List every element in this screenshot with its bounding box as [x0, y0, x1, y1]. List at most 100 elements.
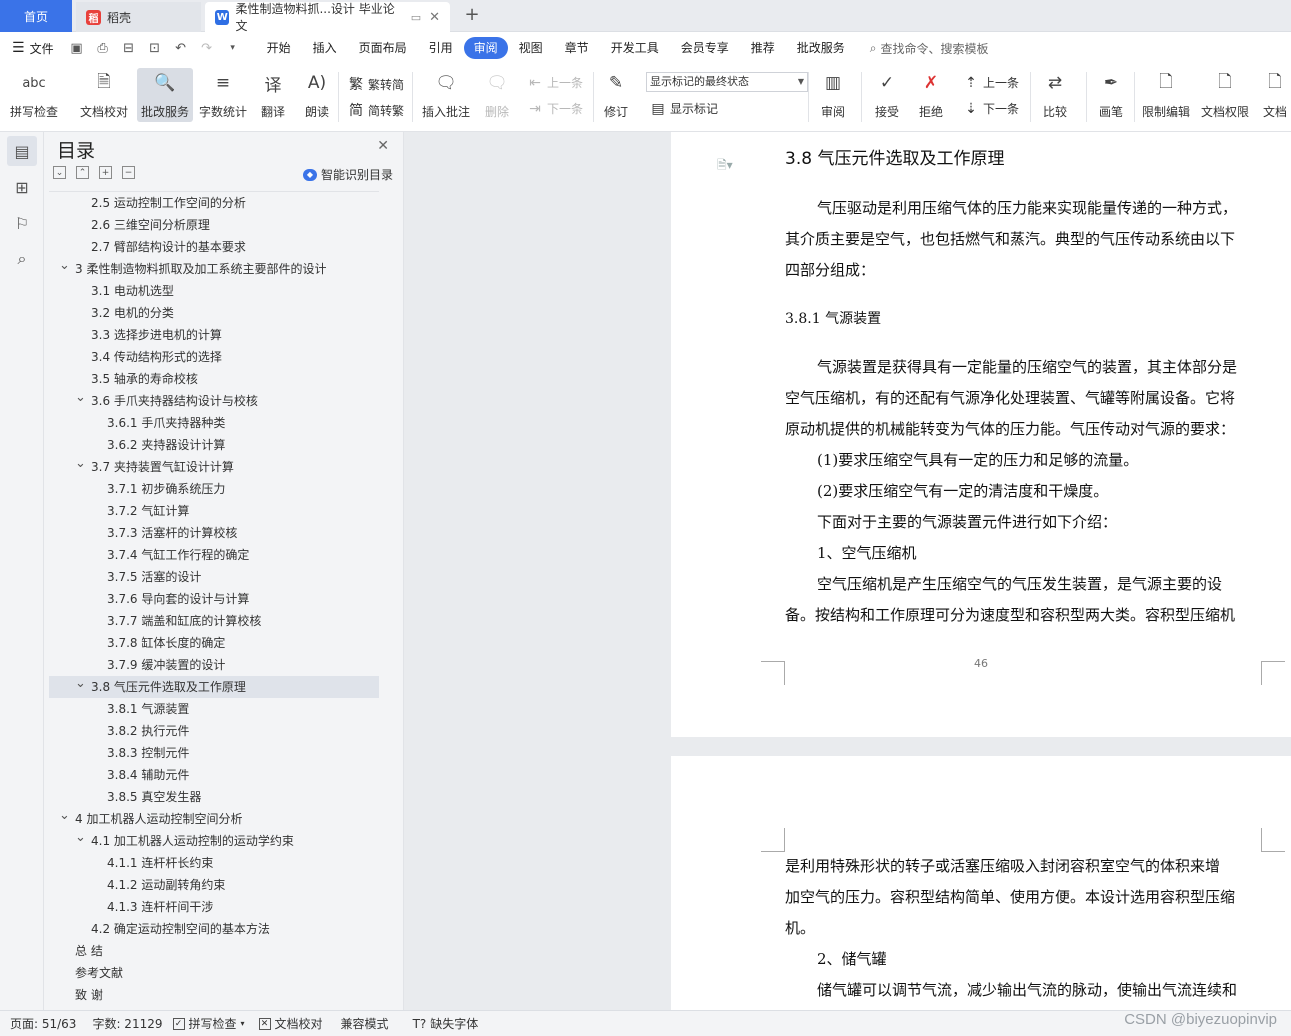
- print-preview-icon[interactable]: ⊡: [146, 41, 164, 56]
- read-aloud-button[interactable]: A) 朗读: [302, 68, 332, 120]
- translate-button[interactable]: 译 翻译: [258, 68, 288, 120]
- menu-tab[interactable]: 开发工具: [600, 37, 670, 59]
- restrict-editing-button[interactable]: 🗋 限制编辑: [1142, 68, 1190, 120]
- command-search[interactable]: ⌕ 查找命令、搜索模板: [870, 40, 989, 57]
- prev-comment-button[interactable]: ⇤ 上一条: [527, 74, 583, 91]
- toc-item[interactable]: 3.7.2 气缸计算: [49, 500, 379, 522]
- minus-icon[interactable]: −: [122, 166, 135, 179]
- menu-tab[interactable]: 引用: [418, 37, 464, 59]
- toc-item[interactable]: 4.2 确定运动控制空间的基本方法: [49, 918, 379, 940]
- prev-change-button[interactable]: ⇡ 上一条: [963, 74, 1019, 91]
- menu-tab[interactable]: 会员专享: [670, 37, 740, 59]
- toc-item[interactable]: 3.6.2 夹持器设计计算: [49, 434, 379, 456]
- toc-item[interactable]: 3.5 轴承的寿命校核: [49, 368, 379, 390]
- toc-item[interactable]: 3.8.5 真空发生器: [49, 786, 379, 808]
- doc-permissions-button[interactable]: 🗋 文档权限: [1201, 68, 1249, 120]
- file-menu[interactable]: ☰ 文件: [12, 40, 54, 57]
- redo-icon[interactable]: ↷: [198, 41, 216, 56]
- toc-item[interactable]: 3.7.7 端盖和缸底的计算校核: [49, 610, 379, 632]
- plus-icon[interactable]: +: [99, 166, 112, 179]
- markup-state-select[interactable]: 显示标记的最终状态 ▼: [646, 72, 808, 92]
- expand-chevron-icon[interactable]: ⌄: [75, 827, 86, 849]
- print-icon[interactable]: ⊟: [120, 41, 138, 56]
- menu-tab[interactable]: 视图: [508, 37, 554, 59]
- toc-item[interactable]: 致 谢: [49, 984, 379, 1004]
- save-icon[interactable]: ▣: [68, 41, 86, 56]
- menu-tab[interactable]: 页面布局: [348, 37, 418, 59]
- toc-item[interactable]: ⌄ 4.1 加工机器人运动控制的运动学约束: [49, 830, 379, 852]
- trad-to-simp-button[interactable]: 繁 繁转简: [348, 74, 404, 94]
- toc-item[interactable]: ⌄ 3.7 夹持装置气缸设计计算: [49, 456, 379, 478]
- more-icon[interactable]: ▾: [224, 43, 242, 53]
- toc-item[interactable]: 3.7.4 气缸工作行程的确定: [49, 544, 379, 566]
- menu-tab[interactable]: 章节: [554, 37, 600, 59]
- word-count-button[interactable]: ≡ 字数统计: [199, 68, 247, 120]
- toc-item[interactable]: 3.8.2 执行元件: [49, 720, 379, 742]
- toc-item[interactable]: 3.4 传动结构形式的选择: [49, 346, 379, 368]
- toc-item[interactable]: ⌄ 3.8 气压元件选取及工作原理: [49, 676, 379, 698]
- toc-item[interactable]: 3.8.3 控制元件: [49, 742, 379, 764]
- search-icon[interactable]: ⌕: [7, 244, 37, 274]
- toc-item[interactable]: ⌄ 3.6 手爪夹持器结构设计与校核: [49, 390, 379, 412]
- next-change-button[interactable]: ⇣ 下一条: [963, 100, 1019, 117]
- doc-more-button[interactable]: 🗋 文档: [1260, 68, 1290, 120]
- toc-item[interactable]: 2.6 三维空间分析原理: [49, 214, 379, 236]
- bookmark-icon[interactable]: ⚐: [7, 208, 37, 238]
- toc-item[interactable]: 3.7.9 缓冲装置的设计: [49, 654, 379, 676]
- proofread-status[interactable]: ✕ 文档校对: [258, 1015, 323, 1032]
- toc-item[interactable]: 3.7.3 活塞杆的计算校核: [49, 522, 379, 544]
- toc-item[interactable]: 2.5 运动控制工作空间的分析: [49, 192, 379, 214]
- toc-item[interactable]: 4.1.3 连杆杆间干涉: [49, 896, 379, 918]
- toc-item[interactable]: 3.3 选择步进电机的计算: [49, 324, 379, 346]
- tab-document[interactable]: W 柔性制造物料抓...设计 毕业论文 ▭ ✕: [205, 2, 450, 33]
- toc-item[interactable]: 3.8.4 辅助元件: [49, 764, 379, 786]
- tab-docer[interactable]: 稻 稻壳: [76, 2, 201, 32]
- tab-home[interactable]: 首页: [0, 0, 72, 32]
- toc-item[interactable]: 参考文献: [49, 962, 379, 984]
- toc-item[interactable]: 3.7.8 缸体长度的确定: [49, 632, 379, 654]
- track-changes-button[interactable]: ✎ 修订: [601, 68, 631, 120]
- window-icon[interactable]: ▭: [411, 11, 421, 24]
- smart-toc-button[interactable]: ◆ 智能识别目录: [302, 166, 393, 183]
- insert-comment-button[interactable]: 🗨 插入批注: [422, 68, 470, 120]
- toc-item[interactable]: 2.7 臂部结构设计的基本要求: [49, 236, 379, 258]
- toc-item[interactable]: 3.8.1 气源装置: [49, 698, 379, 720]
- simp-to-trad-button[interactable]: 简 简转繁: [348, 100, 404, 120]
- reject-button[interactable]: ✗ 拒绝: [916, 68, 946, 120]
- expand-chevron-icon[interactable]: ⌄: [75, 673, 86, 695]
- close-tab-icon[interactable]: ✕: [429, 10, 440, 25]
- next-comment-button[interactable]: ⇥ 下一条: [527, 100, 583, 117]
- toc-item[interactable]: ⌄ 3 柔性制造物料抓取及加工系统主要部件的设计: [49, 258, 379, 280]
- toc-icon[interactable]: ▤: [7, 136, 37, 166]
- word-count-indicator[interactable]: 字数: 21129: [92, 1015, 162, 1032]
- page-indicator[interactable]: 页面: 51/63: [10, 1015, 76, 1032]
- compare-button[interactable]: ⇄ 比较: [1040, 68, 1070, 120]
- toc-item[interactable]: 3.7.1 初步确系统压力: [49, 478, 379, 500]
- menu-tab[interactable]: 开始: [256, 37, 302, 59]
- menu-tab[interactable]: 审阅: [463, 37, 508, 59]
- doc-proofread-button[interactable]: 🗎 文档校对: [80, 68, 128, 120]
- menu-tab[interactable]: 批改服务: [786, 37, 856, 59]
- export-pdf-icon[interactable]: ⎙: [94, 41, 112, 56]
- spellcheck-status[interactable]: ✓ 拼写检查 ▾: [172, 1015, 245, 1032]
- menu-tab[interactable]: 插入: [302, 37, 348, 59]
- collapse-all-icon[interactable]: ⌄: [53, 166, 66, 179]
- menu-tab[interactable]: 推荐: [740, 37, 786, 59]
- new-tab-button[interactable]: +: [460, 4, 484, 28]
- delete-comment-button[interactable]: 🗨 删除: [482, 68, 512, 120]
- ink-button[interactable]: ✒ 画笔: [1096, 68, 1126, 120]
- spellcheck-button[interactable]: abc 拼写检查: [10, 68, 58, 120]
- expand-chevron-icon[interactable]: ⌄: [75, 453, 86, 475]
- review-pane-button[interactable]: ▥ 审阅: [818, 68, 848, 120]
- accept-button[interactable]: ✓ 接受: [872, 68, 902, 120]
- toc-item[interactable]: 3.7.5 活塞的设计: [49, 566, 379, 588]
- correction-service-button[interactable]: 🔍 批改服务: [137, 68, 194, 122]
- missing-font-button[interactable]: T? 缺失字体: [413, 1015, 479, 1032]
- expand-chevron-icon[interactable]: ⌄: [75, 387, 86, 409]
- show-markup-button[interactable]: ▤ 显示标记: [650, 100, 718, 117]
- expand-chevron-icon[interactable]: ⌄: [59, 255, 70, 277]
- close-icon[interactable]: ✕: [377, 138, 389, 154]
- toc-item[interactable]: 3.7.6 导向套的设计与计算: [49, 588, 379, 610]
- toc-item[interactable]: 3.2 电机的分类: [49, 302, 379, 324]
- expand-up-icon[interactable]: ⌃: [76, 166, 89, 179]
